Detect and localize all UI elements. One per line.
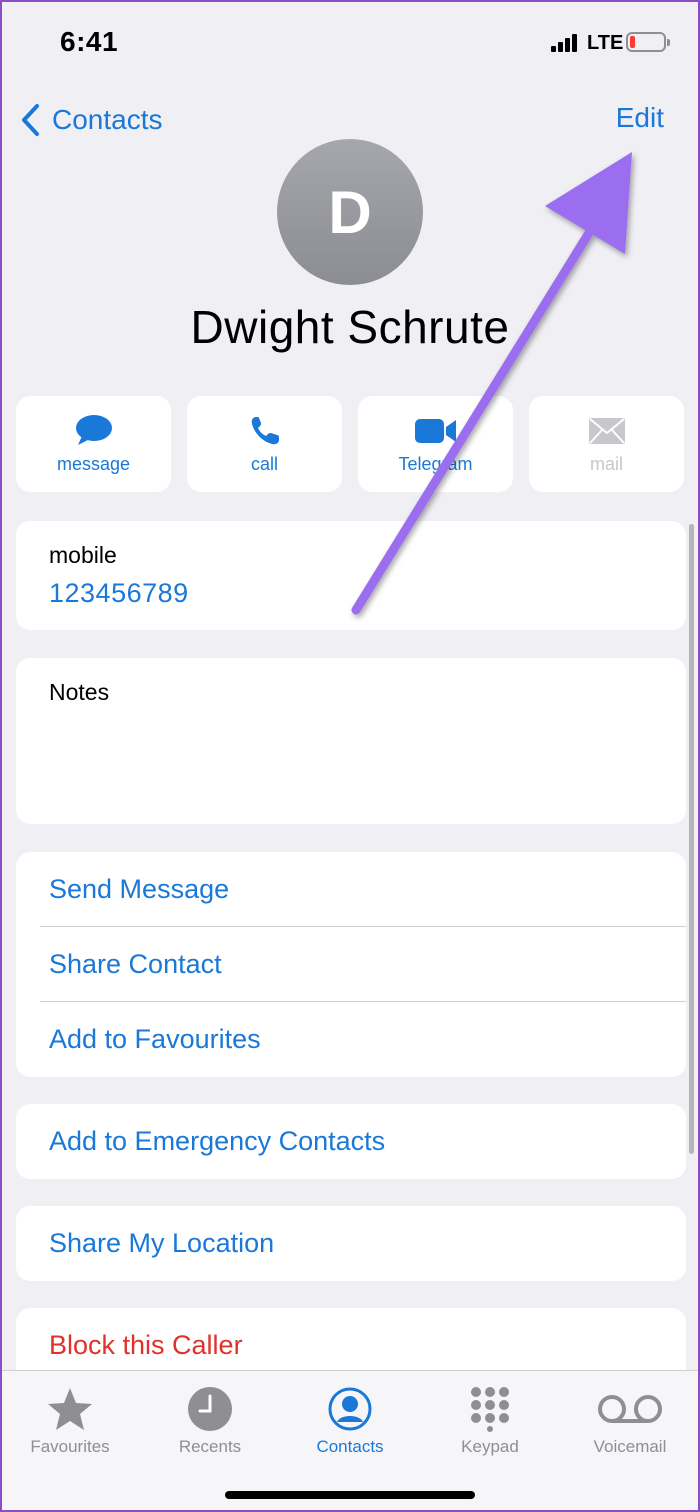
clock-icon bbox=[187, 1381, 233, 1437]
share-location-button[interactable]: Share My Location bbox=[16, 1206, 686, 1281]
phone-label: mobile bbox=[49, 542, 117, 568]
add-to-favourites-button[interactable]: Add to Favourites bbox=[16, 1002, 686, 1077]
tab-favourites-label: Favourites bbox=[30, 1437, 110, 1456]
tab-favourites[interactable]: Favourites bbox=[0, 1371, 140, 1471]
send-message-button[interactable]: Send Message bbox=[16, 852, 686, 927]
battery-icon bbox=[626, 32, 670, 52]
keypad-icon bbox=[468, 1381, 512, 1437]
quick-actions: message call Telegram mail bbox=[16, 396, 686, 492]
edit-button[interactable]: Edit bbox=[616, 102, 664, 134]
call-action-label: call bbox=[250, 454, 278, 474]
call-action-button[interactable]: call bbox=[187, 396, 342, 492]
avatar-initial: D bbox=[328, 178, 372, 246]
tab-contacts[interactable]: Contacts bbox=[280, 1371, 420, 1471]
video-icon bbox=[414, 414, 458, 448]
network-type: LTE bbox=[587, 32, 624, 54]
contact-name: Dwight Schrute bbox=[190, 301, 510, 353]
back-button[interactable]: Contacts bbox=[20, 100, 163, 140]
notes-card[interactable]: Notes bbox=[16, 658, 686, 824]
star-icon bbox=[46, 1381, 94, 1437]
notes-label: Notes bbox=[49, 679, 110, 705]
chevron-left-icon bbox=[22, 104, 39, 136]
mail-action-button[interactable]: mail bbox=[529, 396, 684, 492]
tab-voicemail[interactable]: Voicemail bbox=[560, 1371, 700, 1471]
message-action-label: message bbox=[56, 454, 131, 474]
message-action-button[interactable]: message bbox=[16, 396, 171, 492]
tab-recents-label: Recents bbox=[178, 1437, 242, 1456]
avatar: D bbox=[277, 139, 423, 285]
phone-icon bbox=[248, 414, 282, 448]
envelope-icon bbox=[588, 414, 626, 448]
signal-strength-icon bbox=[551, 34, 577, 52]
phone-card: mobile 123456789 bbox=[16, 521, 686, 630]
back-button-label: Contacts bbox=[52, 104, 163, 135]
location-card: Share My Location bbox=[16, 1206, 686, 1281]
mail-action-label: mail bbox=[589, 454, 623, 474]
phone-number[interactable]: 123456789 bbox=[49, 578, 189, 609]
tab-keypad[interactable]: Keypad bbox=[420, 1371, 560, 1471]
message-bubble-icon bbox=[74, 414, 114, 448]
tab-contacts-label: Contacts bbox=[316, 1437, 384, 1456]
person-circle-icon bbox=[327, 1381, 373, 1437]
tab-keypad-label: Keypad bbox=[461, 1437, 519, 1456]
battery-level bbox=[630, 36, 635, 48]
emergency-card: Add to Emergency Contacts bbox=[16, 1104, 686, 1179]
voicemail-icon bbox=[597, 1381, 663, 1437]
tab-recents[interactable]: Recents bbox=[140, 1371, 280, 1471]
telegram-action-label: Telegram bbox=[398, 454, 473, 474]
options-card: Send Message Share Contact Add to Favour… bbox=[16, 852, 686, 1077]
scrollbar[interactable] bbox=[689, 524, 694, 1154]
status-bar: 6:41 LTE bbox=[0, 0, 700, 90]
tab-voicemail-label: Voicemail bbox=[593, 1437, 667, 1456]
share-contact-button[interactable]: Share Contact bbox=[16, 927, 686, 1002]
telegram-action-button[interactable]: Telegram bbox=[358, 396, 513, 492]
add-emergency-contact-button[interactable]: Add to Emergency Contacts bbox=[16, 1104, 686, 1179]
status-time: 6:41 bbox=[60, 26, 119, 57]
tab-bar: Favourites Recents Contacts Keypad Voice… bbox=[0, 1370, 700, 1512]
home-indicator[interactable] bbox=[225, 1491, 475, 1499]
